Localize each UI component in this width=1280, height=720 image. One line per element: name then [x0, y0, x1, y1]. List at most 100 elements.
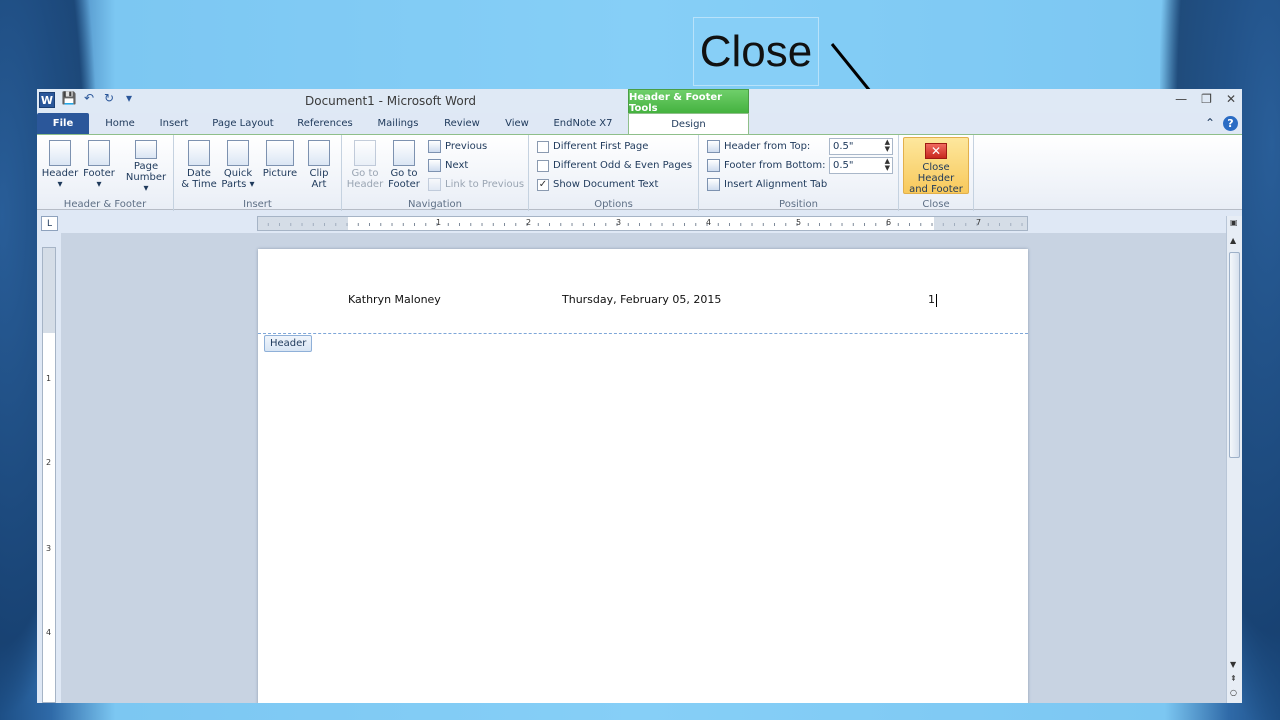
header-date-text[interactable]: Thursday, February 05, 2015: [562, 293, 721, 306]
previous-label: Previous: [445, 141, 488, 152]
footer-button-label: Footer ▾: [83, 168, 115, 190]
customize-qat-icon[interactable]: ▾: [121, 91, 137, 105]
insert-alignment-tab-button[interactable]: Insert Alignment Tab: [707, 176, 827, 193]
link-to-previous-label: Link to Previous: [445, 179, 525, 190]
word-app-icon[interactable]: W: [39, 92, 55, 108]
spinner-arrows-icon[interactable]: ▲ ▼: [885, 139, 890, 153]
header-author-text[interactable]: Kathryn Maloney: [348, 293, 441, 306]
picture-label: Picture: [262, 168, 298, 179]
insert-alignment-tab-label: Insert Alignment Tab: [724, 179, 828, 190]
scroll-down-icon[interactable]: ▼: [1230, 660, 1236, 669]
calendar-icon: [188, 140, 210, 166]
next-button[interactable]: Next: [428, 157, 468, 174]
show-document-text-checkbox[interactable]: ✓ Show Document Text: [537, 176, 658, 193]
header-boundary-line: [258, 333, 1028, 334]
previous-page-icon[interactable]: ⇞: [1230, 674, 1237, 683]
scrollbar-thumb[interactable]: [1229, 252, 1240, 458]
group-header-footer: Header ▾ Footer ▾ Page Number ▾ Header & Fo…: [37, 135, 174, 211]
go-to-footer-button[interactable]: Go to Footer: [385, 138, 423, 194]
vertical-ruler[interactable]: 1 2 3 4: [42, 247, 56, 703]
alignment-tab-icon: [707, 178, 720, 191]
view-ruler-icon[interactable]: ▣: [1230, 218, 1238, 227]
header-from-top-input[interactable]: 0.5" ▲ ▼: [829, 138, 893, 155]
different-first-page-checkbox[interactable]: Different First Page: [537, 138, 648, 155]
quick-parts-button[interactable]: Quick Parts ▾: [219, 138, 257, 194]
checkmark-icon: ✓: [537, 178, 549, 191]
page-number-button[interactable]: Page Number ▾: [124, 138, 168, 194]
help-icon[interactable]: ?: [1223, 116, 1238, 131]
header-button[interactable]: Header ▾: [41, 138, 79, 194]
close-header-footer-button[interactable]: ✕ Close Header and Footer: [903, 137, 969, 195]
previous-button[interactable]: Previous: [428, 138, 487, 155]
tab-home[interactable]: Home: [97, 113, 143, 134]
quick-access-toolbar: 💾 ↶ ↻ ▾: [61, 91, 137, 105]
next-label: Next: [445, 160, 469, 171]
undo-icon[interactable]: ↶: [81, 91, 97, 105]
close-window-icon[interactable]: ✕: [1226, 92, 1236, 106]
group-label-position: Position: [779, 199, 818, 210]
document-area: Kathryn Maloney Thursday, February 05, 2…: [61, 233, 1226, 703]
vruler-number: 2: [46, 458, 52, 467]
different-odd-even-label: Different Odd & Even Pages: [553, 160, 693, 171]
footer-from-bottom-input[interactable]: 0.5" ▲ ▼: [829, 157, 893, 174]
date-time-button[interactable]: Date & Time: [180, 138, 218, 194]
tab-insert[interactable]: Insert: [151, 113, 197, 134]
tab-mailings[interactable]: Mailings: [369, 113, 427, 134]
minimize-icon[interactable]: —: [1175, 92, 1187, 106]
tab-design[interactable]: Design: [628, 113, 749, 135]
spinner-arrows-icon[interactable]: ▲ ▼: [885, 158, 890, 172]
close-header-footer-label: Close Header and Footer: [909, 162, 963, 195]
minimize-ribbon-icon[interactable]: ⌃: [1205, 116, 1215, 131]
tab-page-layout[interactable]: Page Layout: [207, 113, 279, 134]
group-label-close: Close: [922, 199, 950, 210]
header-tag: Header: [264, 335, 313, 352]
scroll-up-icon[interactable]: ▲: [1230, 236, 1236, 245]
tab-review[interactable]: Review: [437, 113, 487, 134]
select-browse-object-icon[interactable]: ○: [1230, 688, 1237, 697]
picture-button[interactable]: Picture: [259, 138, 301, 194]
tab-file[interactable]: File: [37, 113, 89, 134]
tab-endnote[interactable]: EndNote X7: [547, 113, 619, 134]
group-close: ✕ Close Header and Footer Close: [899, 135, 974, 211]
vruler-number: 3: [46, 544, 52, 553]
window-title: Document1 - Microsoft Word: [305, 94, 477, 108]
go-to-header-button[interactable]: Go to Header: [346, 138, 384, 194]
header-page-number[interactable]: 1: [928, 293, 937, 307]
tabrow-right: ⌃ ?: [1205, 116, 1238, 131]
checkbox-unchecked: [537, 159, 549, 172]
close-red-x-icon: ✕: [925, 143, 947, 159]
header-from-top-label-row: Header from Top:: [707, 138, 810, 155]
different-odd-even-checkbox[interactable]: Different Odd & Even Pages: [537, 157, 692, 174]
ruler-number: 5: [796, 218, 802, 227]
tab-view[interactable]: View: [497, 113, 537, 134]
page-number-icon: [135, 140, 157, 159]
group-navigation: Go to Header Go to Footer Previous Next Li…: [342, 135, 529, 211]
footer-button[interactable]: Footer ▾: [80, 138, 118, 194]
restore-icon[interactable]: ❐: [1201, 92, 1212, 106]
page-number-label: Page Number ▾: [125, 161, 167, 194]
ruler-number: 4: [706, 218, 712, 227]
group-label-navigation: Navigation: [408, 199, 462, 210]
ruler-number: 3: [616, 218, 622, 227]
clip-art-button[interactable]: Clip Art: [300, 138, 338, 194]
save-icon[interactable]: 💾: [61, 91, 77, 105]
document-page[interactable]: Kathryn Maloney Thursday, February 05, 2…: [258, 249, 1028, 703]
date-time-label: Date & Time: [181, 168, 217, 190]
tab-references[interactable]: References: [289, 113, 361, 134]
picture-icon: [266, 140, 294, 166]
go-to-footer-label: Go to Footer: [388, 168, 420, 190]
vertical-scrollbar[interactable]: ▣ ▲ ▼ ⇞ ○: [1226, 216, 1242, 703]
title-bar: W 💾 ↶ ↻ ▾ Document1 - Microsoft Word Hea…: [37, 89, 1242, 117]
footer-from-bottom-label-row: Footer from Bottom:: [707, 157, 826, 174]
redo-icon[interactable]: ↻: [101, 91, 117, 105]
link-to-previous-button[interactable]: Link to Previous: [428, 176, 524, 193]
clip-art-label: Clip Art: [309, 168, 329, 190]
header-position-icon: [707, 140, 720, 153]
tab-selector[interactable]: L: [41, 216, 58, 231]
horizontal-ruler[interactable]: 1 2 3 4 5 6 7: [257, 216, 1028, 231]
group-options: Different First Page Different Odd & Eve…: [529, 135, 699, 211]
header-from-top-label: Header from Top:: [724, 141, 811, 152]
clip-art-icon: [308, 140, 330, 166]
vruler-number: 4: [46, 628, 52, 637]
previous-icon: [428, 140, 441, 153]
